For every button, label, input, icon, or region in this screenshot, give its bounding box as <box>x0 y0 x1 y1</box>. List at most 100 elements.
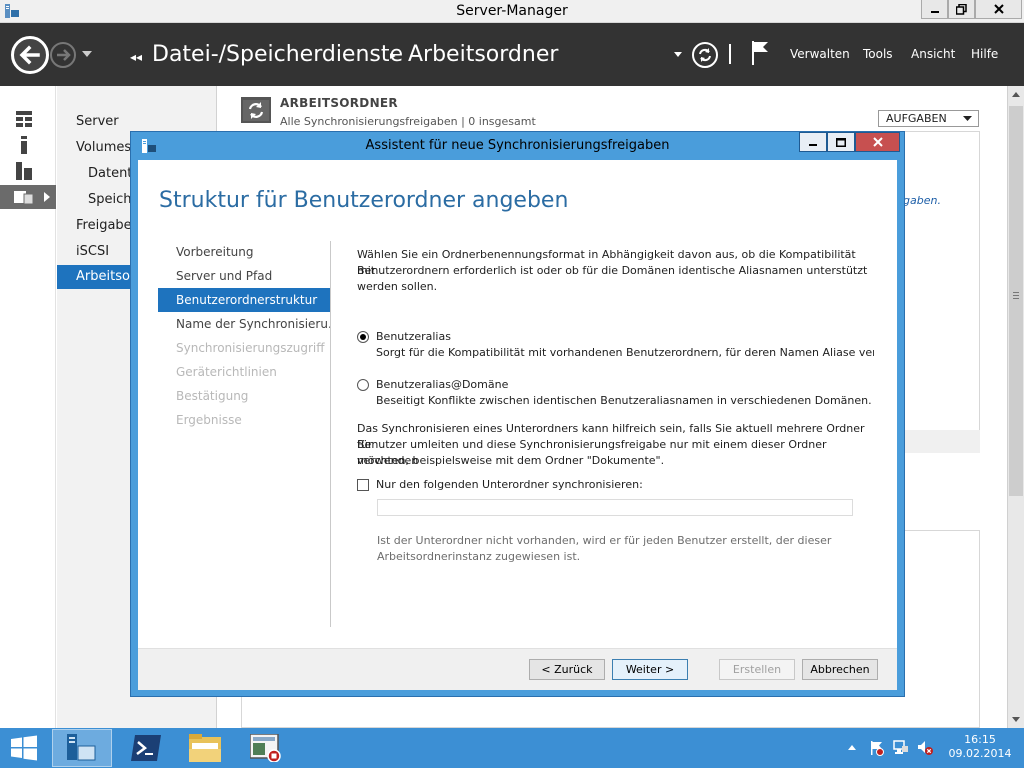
menu-view[interactable]: Ansicht <box>911 47 955 61</box>
event-viewer-icon <box>250 734 281 762</box>
action-center-flag-icon[interactable] <box>869 740 885 756</box>
powershell-icon <box>131 735 161 761</box>
cancel-button[interactable]: Abbrechen <box>802 659 878 680</box>
close-window-button[interactable] <box>975 0 1022 19</box>
taskbar-clock[interactable]: 16:15 09.02.2014 <box>946 733 1014 761</box>
next-button[interactable]: Weiter > <box>612 659 688 680</box>
refresh-dropdown-icon[interactable] <box>674 52 682 57</box>
start-button[interactable] <box>0 729 48 767</box>
server-manager-icon <box>67 734 96 761</box>
steps-separator <box>330 241 331 627</box>
restore-button[interactable] <box>948 0 975 19</box>
step-results: Ergebnisse <box>176 413 242 427</box>
radio-user-alias-domain[interactable] <box>357 379 369 391</box>
dialog-close-button[interactable] <box>855 132 900 152</box>
windows-logo-icon <box>11 735 37 761</box>
breadcrumb-root[interactable]: Datei-/Speicherdienste <box>152 42 403 67</box>
step-confirmation: Bestätigung <box>176 389 249 403</box>
refresh-icon <box>699 48 711 62</box>
taskbar-event-viewer[interactable] <box>236 729 296 767</box>
minimize-button[interactable] <box>921 0 948 19</box>
folder-icon <box>189 734 221 762</box>
servers-icon <box>16 162 32 180</box>
step-server-and-path[interactable]: Server und Pfad <box>158 264 330 288</box>
rail-local-server[interactable] <box>0 133 56 157</box>
dialog-maximize-button[interactable] <box>827 132 855 152</box>
intro-line-3: werden sollen. <box>357 280 438 293</box>
wizard-button-bar: < Zurück Weiter > Erstellen Abbrechen <box>138 648 897 690</box>
navigation-bar: ◂◂ Datei-/Speicherdienste ▸ Arbeitsordne… <box>0 23 1024 86</box>
menu-tools[interactable]: Tools <box>863 47 893 61</box>
rail-dashboard[interactable] <box>0 107 56 131</box>
arrow-left-icon <box>19 45 40 65</box>
subfolder-name-field[interactable] <box>377 499 853 516</box>
sync-subfolder-label: Nur den folgenden Unterordner synchronis… <box>376 478 643 491</box>
main-scrollbar[interactable] <box>1007 86 1024 728</box>
menu-help[interactable]: Hilfe <box>971 47 998 61</box>
subfolder-hint-line-2: Arbeitsordnerinstanz zugewiesen ist. <box>377 550 581 563</box>
chevron-down-icon <box>963 116 972 121</box>
scroll-up-icon[interactable] <box>1012 92 1020 97</box>
window-titlebar: Server-Manager <box>0 0 1024 23</box>
notifications-flag-icon[interactable] <box>751 40 769 66</box>
forward-button[interactable] <box>50 42 76 68</box>
close-icon <box>993 4 1004 14</box>
radio-selected-dot <box>360 334 366 340</box>
background-link-fragment: igaben. <box>900 194 941 207</box>
dialog-titlebar: Assistent für neue Synchronisierungsfrei… <box>131 132 904 160</box>
step-user-folder-structure[interactable]: Benutzerordnerstruktur <box>158 288 330 312</box>
clock-time: 16:15 <box>964 733 996 746</box>
sync-subfolder-checkbox[interactable] <box>357 479 369 491</box>
toolbar-divider <box>729 44 731 64</box>
tasks-label: AUFGABEN <box>886 112 947 125</box>
dialog-title: Assistent für neue Synchronisierungsfrei… <box>365 138 670 153</box>
network-icon[interactable] <box>893 740 909 756</box>
dialog-minimize-button[interactable] <box>799 132 827 152</box>
taskbar-server-manager[interactable] <box>52 729 112 767</box>
wizard-page-heading: Struktur für Benutzerordner angeben <box>159 188 569 213</box>
history-dropdown-icon[interactable] <box>82 51 92 57</box>
volume-muted-icon[interactable] <box>917 740 933 756</box>
rail-all-servers[interactable] <box>0 159 56 183</box>
option-user-alias-title: Benutzeralias <box>376 330 451 343</box>
sync-subfolder-option[interactable]: Nur den folgenden Unterordner synchronis… <box>357 477 877 493</box>
back-button[interactable] <box>11 36 49 74</box>
step-sync-access: Synchronisierungszugriff <box>176 341 325 355</box>
create-button: Erstellen <box>719 659 795 680</box>
option-user-alias-domain-title: Benutzeralias@Domäne <box>376 378 509 391</box>
option-user-alias-domain[interactable]: Benutzeralias@Domäne Beseitigt Konflikte… <box>357 377 877 411</box>
option-user-alias[interactable]: Benutzeralias Sorgt für die Kompatibilit… <box>357 329 877 363</box>
section-subtitle: Alle Synchronisierungsfreigaben | 0 insg… <box>280 115 536 128</box>
intro-line-2: Benutzerordnern erforderlich ist oder ob… <box>357 264 868 277</box>
subfolder-hint-line-1: Ist der Unterordner nicht vorhanden, wir… <box>377 534 832 547</box>
subfolder-info-line-3: möchten, beispielsweise mit dem Ordner "… <box>357 454 665 467</box>
dashboard-icon <box>16 111 32 127</box>
expand-arrow-icon <box>44 192 50 202</box>
option-user-alias-desc: Sorgt für die Kompatibilität mit vorhand… <box>376 346 874 359</box>
tray-overflow-icon[interactable] <box>848 745 856 750</box>
rail-file-storage[interactable] <box>0 185 56 209</box>
scroll-thumb[interactable] <box>1009 106 1023 496</box>
option-user-alias-domain-desc: Beseitigt Konflikte zwischen identischen… <box>376 394 872 407</box>
taskbar-file-explorer[interactable] <box>176 729 236 767</box>
step-sync-share-name[interactable]: Name der Synchronisieru... <box>158 312 330 336</box>
maximize-icon <box>836 137 846 147</box>
restore-icon <box>956 3 967 15</box>
minimize-icon <box>809 144 817 146</box>
dialog-client-area: Struktur für Benutzerordner angeben Vorb… <box>138 160 897 690</box>
file-storage-icon <box>14 191 34 205</box>
step-preparation[interactable]: Vorbereitung <box>158 240 330 264</box>
back-wizard-button[interactable]: < Zurück <box>529 659 605 680</box>
tasks-dropdown[interactable]: AUFGABEN <box>878 110 979 127</box>
menu-manage[interactable]: Verwalten <box>790 47 850 61</box>
breadcrumb-separator-icon: ▸ <box>390 49 396 62</box>
refresh-button[interactable] <box>692 42 718 68</box>
icon-rail <box>0 86 56 728</box>
server-icon <box>21 136 27 154</box>
minimize-icon <box>930 11 939 13</box>
radio-user-alias[interactable] <box>357 331 369 343</box>
scroll-down-icon[interactable] <box>1012 717 1020 722</box>
taskbar: 16:15 09.02.2014 <box>0 728 1024 768</box>
breadcrumb-chevron-icon: ◂◂ <box>130 50 143 64</box>
taskbar-powershell[interactable] <box>116 729 176 767</box>
